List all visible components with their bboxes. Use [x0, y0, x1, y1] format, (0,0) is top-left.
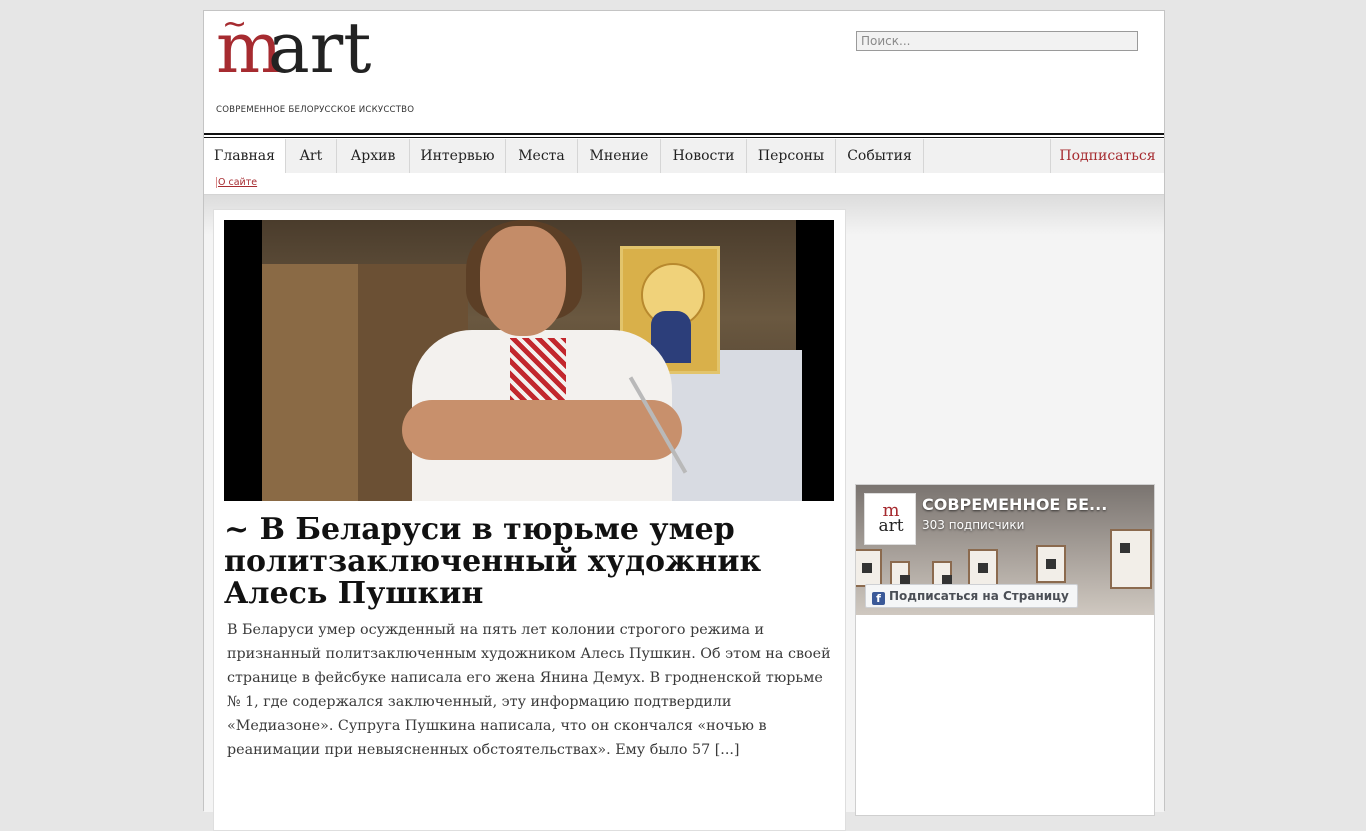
header-divider: [204, 133, 1164, 135]
photo-scene: [262, 220, 802, 501]
facebook-follow-label: Подписаться на Страницу: [889, 589, 1069, 603]
article-title[interactable]: ~ В Беларуси в тюрьме умер политзаключен…: [224, 514, 839, 610]
photo-shelf: [262, 264, 358, 501]
logo-tagline: СОВРЕМЕННОЕ БЕЛОРУССКОЕ ИСКУССТВО: [216, 105, 415, 115]
nav-item-interview[interactable]: Интервью: [410, 139, 506, 173]
photo-person-arm: [402, 400, 682, 460]
facebook-cover-image[interactable]: m art СОВРЕМЕННОЕ БЕ... 303 подписчики f…: [856, 485, 1154, 615]
site-logo[interactable]: ~ m art СОВРЕМЕННОЕ БЕЛОРУССКОЕ ИСКУССТВ…: [216, 7, 436, 119]
article-excerpt: В Беларуси умер осужденный на пять лет к…: [227, 622, 831, 758]
photo-person-face: [480, 226, 566, 336]
main-nav: Главная Art Архив Интервью Места Мнение …: [204, 139, 1164, 173]
nav-subscribe-link[interactable]: Подписаться: [1050, 139, 1164, 173]
nav-item-home[interactable]: Главная: [204, 139, 286, 173]
avatar-logo-art: art: [878, 516, 904, 536]
cover-frame: [856, 549, 882, 587]
nav-item-places[interactable]: Места: [506, 139, 578, 173]
header-divider-thin: [204, 137, 1164, 138]
page-container: ~ m art СОВРЕМЕННОЕ БЕЛОРУССКОЕ ИСКУССТВ…: [203, 7, 1165, 831]
cover-frame: [1036, 545, 1066, 583]
cover-frame: [1110, 529, 1152, 589]
cover-frame: [968, 549, 998, 587]
subnav-about-link[interactable]: О сайте: [216, 177, 257, 188]
article-photo[interactable]: [224, 220, 834, 501]
featured-article: ~ В Беларуси в тюрьме умер политзаключен…: [213, 209, 846, 831]
facebook-page-name[interactable]: СОВРЕМЕННОЕ БЕ...: [922, 495, 1150, 514]
facebook-follow-button[interactable]: f Подписаться на Страницу: [865, 584, 1078, 608]
sidebar-ad-space: [856, 209, 1154, 469]
nav-item-opinion[interactable]: Мнение: [578, 139, 661, 173]
nav-item-art[interactable]: Art: [286, 139, 337, 173]
facebook-follower-count: 303 подписчики: [922, 518, 1025, 532]
nav-item-events[interactable]: События: [836, 139, 924, 173]
logo-letters-art: art: [268, 7, 372, 89]
facebook-page-avatar[interactable]: m art: [864, 493, 916, 545]
nav-item-persons[interactable]: Персоны: [747, 139, 836, 173]
facebook-page-widget: m art СОВРЕМЕННОЕ БЕ... 303 подписчики f…: [855, 484, 1155, 816]
facebook-logo-icon: f: [872, 592, 885, 605]
nav-item-news[interactable]: Новости: [661, 139, 747, 173]
search-input[interactable]: [856, 31, 1138, 51]
nav-item-archive[interactable]: Архив: [337, 139, 410, 173]
